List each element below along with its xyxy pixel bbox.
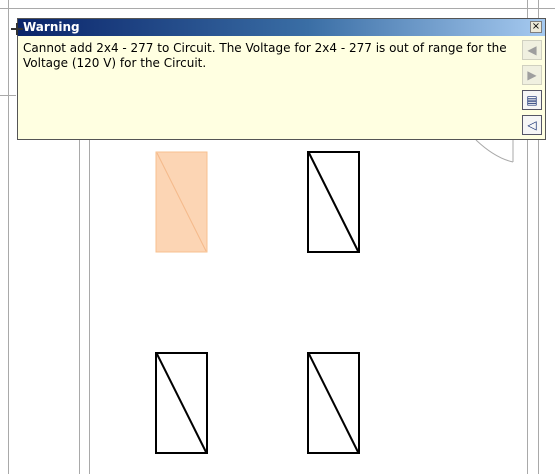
fixture-selected[interactable]	[155, 151, 208, 253]
warning-dialog: Warning × Cannot add 2x4 - 277 to Circui…	[17, 18, 546, 140]
speaker-icon: ◁	[527, 118, 537, 132]
close-button[interactable]: ×	[530, 21, 542, 33]
dialog-icon: ▤	[526, 93, 538, 107]
fixture[interactable]	[307, 352, 360, 454]
warning-message: Cannot add 2x4 - 277 to Circuit. The Vol…	[23, 41, 507, 70]
move-cursor-icon	[11, 23, 23, 35]
fixture[interactable]	[155, 352, 208, 454]
next-button[interactable]: ▶	[522, 65, 542, 85]
previous-button[interactable]: ◀	[522, 40, 542, 60]
arrow-left-icon: ◀	[527, 43, 537, 57]
sound-button[interactable]: ◁	[522, 115, 542, 135]
dialog-title: Warning	[23, 20, 80, 34]
show-dialog-button[interactable]: ▤	[522, 90, 542, 110]
dialog-title-bar[interactable]: Warning ×	[18, 19, 545, 36]
door-swing-arc	[475, 139, 514, 163]
fixture[interactable]	[307, 151, 360, 253]
arrow-right-icon: ▶	[527, 68, 537, 82]
